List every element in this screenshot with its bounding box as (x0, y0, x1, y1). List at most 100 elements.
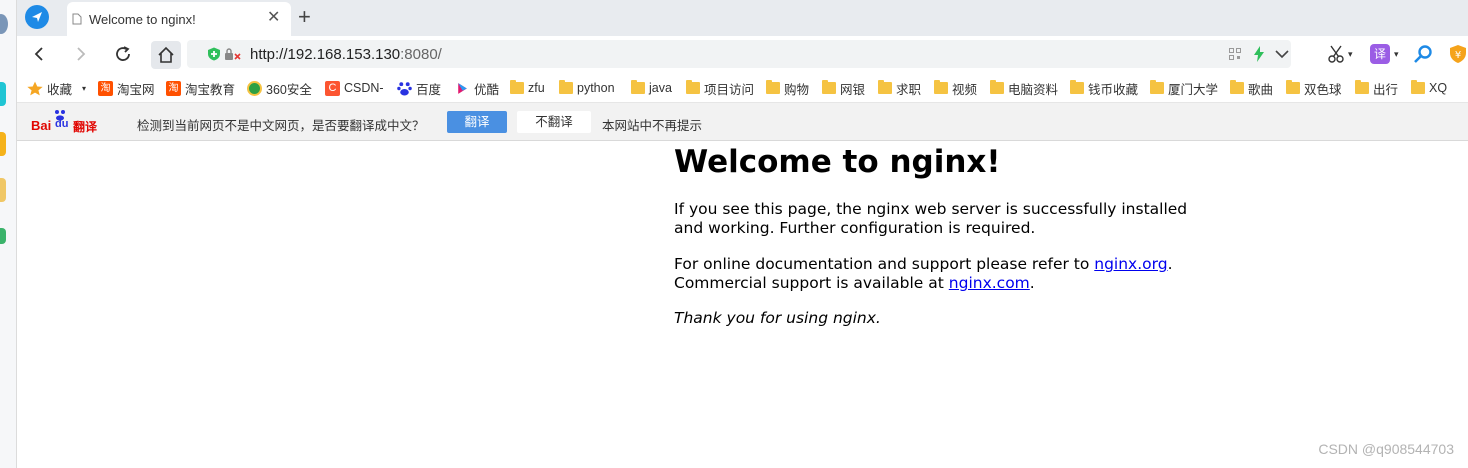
page-heading: Welcome to nginx! (674, 144, 1001, 180)
baidu-brand-du: du (55, 118, 69, 130)
bookmark-folder[interactable]: 电脑资料 (990, 79, 1058, 97)
home-button[interactable] (151, 41, 181, 69)
bookmark-item[interactable]: 百度 (397, 79, 441, 97)
commercial-text: Commercial support is available at (674, 274, 949, 292)
folder-icon (631, 80, 645, 94)
translate-extension-icon[interactable]: 译 (1370, 44, 1390, 64)
bookmark-label: 购物 (784, 82, 810, 97)
bookmark-label: 视频 (952, 82, 978, 97)
back-icon[interactable] (27, 42, 51, 66)
forward-icon[interactable] (69, 42, 93, 66)
bookmark-folder[interactable]: 购物 (766, 79, 809, 97)
commercial-period: . (1029, 274, 1035, 292)
bookmark-item[interactable]: 淘 淘宝网 (98, 79, 155, 97)
left-sidebar-strip (0, 0, 17, 468)
sidebar-app-icon[interactable] (0, 132, 6, 156)
bookmark-folder[interactable]: zfu (510, 79, 545, 97)
qr-code-icon[interactable] (1229, 48, 1241, 60)
nginx-org-link[interactable]: nginx.org (1094, 255, 1167, 273)
insecure-lock-icon[interactable] (224, 47, 242, 61)
baidu-icon (397, 81, 412, 95)
bookmark-label: CSDN- (344, 81, 384, 95)
folder-icon (766, 80, 780, 94)
bookmark-item[interactable]: 收藏 ▾ (27, 79, 86, 97)
shield-icon[interactable] (207, 47, 221, 61)
bookmark-folder[interactable]: 厦门大学 (1150, 79, 1218, 97)
bookmark-label: zfu (528, 81, 545, 95)
search-icon[interactable] (1413, 44, 1433, 64)
home-icon (158, 46, 174, 63)
nginx-com-link[interactable]: nginx.com (949, 274, 1030, 292)
folder-icon (1070, 80, 1084, 94)
watermark: CSDN @q908544703 (1318, 441, 1454, 457)
folder-icon (1355, 80, 1369, 94)
translate-message: 检测到当前网页不是中文网页，是否要翻译成中文？ (137, 119, 425, 133)
csdn-icon: C (325, 80, 340, 96)
folder-icon (878, 80, 892, 94)
sidebar-app-icon[interactable] (0, 14, 8, 34)
bookmark-folder[interactable]: 项目访问 (686, 79, 754, 97)
url-text[interactable]: http://192.168.153.130:8080/ (250, 46, 442, 63)
reload-icon[interactable] (111, 42, 135, 66)
chevron-down-icon[interactable]: ▾ (82, 84, 86, 93)
folder-icon (1411, 80, 1425, 94)
translate-menu-arrow-icon[interactable]: ▾ (1394, 49, 1399, 60)
bookmark-item[interactable]: 淘 淘宝教育 (166, 79, 235, 97)
svg-text:¥: ¥ (1455, 50, 1461, 61)
folder-icon (934, 80, 948, 94)
bookmark-label: python (577, 81, 615, 95)
bookmark-folder[interactable]: python (559, 79, 615, 97)
bookmark-label: 出行 (1373, 82, 1399, 97)
bookmark-label: 双色球 (1304, 82, 1342, 97)
bookmark-label: 歌曲 (1248, 82, 1274, 97)
bookmark-label: 求职 (896, 82, 922, 97)
bookmark-folder[interactable]: 双色球 (1286, 79, 1342, 97)
close-tab-icon[interactable]: ✕ (267, 9, 280, 27)
bookmark-folder[interactable]: 歌曲 (1230, 79, 1273, 97)
bookmark-folder[interactable]: 视频 (934, 79, 977, 97)
lightning-icon[interactable] (1253, 46, 1265, 62)
bookmark-label: 电脑资料 (1008, 82, 1059, 97)
bookmark-label: 优酷 (474, 82, 500, 97)
folder-icon (822, 80, 836, 94)
no-translate-button[interactable]: 不翻译 (517, 111, 591, 133)
translate-button[interactable]: 翻译 (447, 111, 507, 133)
bookmark-item[interactable]: 360安全 (247, 79, 312, 97)
folder-icon (510, 80, 524, 94)
tab-bar: Welcome to nginx! ✕ + (17, 0, 1468, 36)
support-period: . (1167, 255, 1173, 273)
sidebar-app-icon[interactable] (0, 228, 6, 244)
bookmark-folder[interactable]: 钱币收藏 (1070, 79, 1138, 97)
bookmark-label: 百度 (416, 82, 442, 97)
chevron-down-icon[interactable] (1275, 49, 1289, 59)
folder-icon (1286, 80, 1300, 94)
sidebar-app-icon[interactable] (0, 178, 6, 202)
bookmark-folder[interactable]: 出行 (1355, 79, 1398, 97)
bookmark-folder[interactable]: 网银 (822, 79, 865, 97)
scissors-icon[interactable] (1327, 45, 1345, 63)
folder-icon (686, 80, 700, 94)
new-tab-icon[interactable]: + (298, 4, 311, 30)
bookmark-folder[interactable]: XQ (1411, 79, 1447, 97)
folder-icon (559, 80, 573, 94)
bookmark-item[interactable]: C CSDN- (325, 79, 384, 97)
address-bar[interactable]: http://192.168.153.130:8080/ (187, 40, 1291, 68)
bookmark-label: 淘宝教育 (185, 82, 236, 97)
sidebar-app-icon[interactable] (0, 82, 6, 106)
never-prompt-link[interactable]: 本网站中不再提示 (602, 115, 702, 134)
bookmark-label: 钱币收藏 (1088, 82, 1139, 97)
tab-active[interactable]: Welcome to nginx! ✕ (67, 2, 291, 36)
scissors-menu-arrow-icon[interactable]: ▾ (1348, 49, 1353, 60)
bookmark-label: 项目访问 (704, 82, 755, 97)
bookmark-item[interactable]: 优酷 (455, 79, 499, 97)
navigation-toolbar: http://192.168.153.130:8080/ ▾ 译 ▾ ¥ (17, 36, 1468, 73)
youku-icon (458, 82, 467, 94)
browser-logo-icon[interactable] (25, 5, 49, 29)
bookmark-folder[interactable]: java (631, 79, 672, 97)
baidu-brand-text: Bai (31, 118, 52, 133)
baidu-translate-logo: Bai du 翻译 (31, 109, 103, 134)
bookmark-folder[interactable]: 求职 (878, 79, 921, 97)
bookmark-label: 淘宝网 (117, 82, 155, 97)
folder-icon (990, 80, 1004, 94)
security-shield-icon[interactable]: ¥ (1449, 44, 1467, 64)
